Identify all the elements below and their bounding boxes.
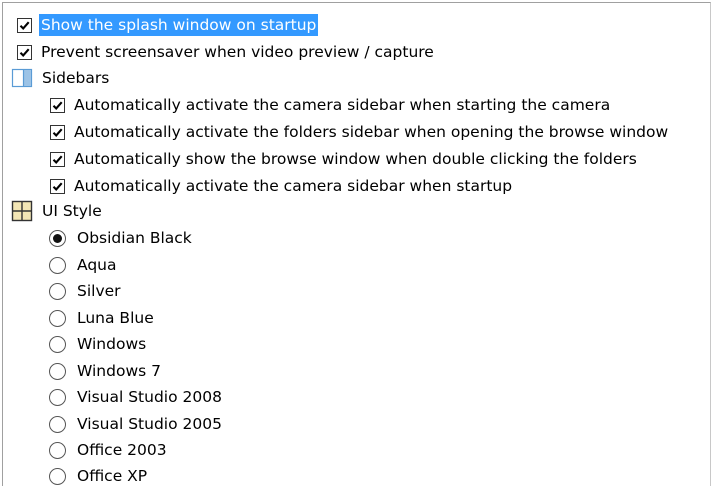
radio-button[interactable] — [49, 309, 66, 327]
radio-label: Luna Blue — [77, 309, 154, 327]
radio-label: Silver — [77, 282, 121, 300]
radio-option-obsidian-black[interactable]: Obsidian Black — [49, 226, 194, 250]
options-tree: Show the splash window on startup Preven… — [2, 2, 711, 486]
radio-label: Windows 7 — [77, 362, 161, 380]
radio-option-visual-studio-2008[interactable]: Visual Studio 2008 — [49, 385, 224, 409]
radio-button[interactable] — [49, 229, 66, 247]
sidebar-panel-icon — [11, 68, 33, 88]
radio-label: Obsidian Black — [77, 229, 192, 247]
radio-selected-dot — [53, 233, 62, 243]
checkbox-browse-on-double-click[interactable] — [50, 151, 65, 167]
radio-option-visual-studio-2005[interactable]: Visual Studio 2005 — [49, 412, 224, 436]
radio-option-windows[interactable]: Windows — [49, 332, 148, 356]
checkbox-prevent-screensaver[interactable] — [17, 44, 32, 60]
option-label: Automatically activate the folders sideb… — [74, 123, 669, 141]
radio-option-windows-7[interactable]: Windows 7 — [49, 359, 163, 383]
checkmark-icon — [52, 128, 63, 137]
checkmark-icon — [52, 155, 63, 164]
grid-layout-icon — [11, 200, 33, 222]
checkbox-camera-sidebar-on-start[interactable] — [50, 97, 65, 113]
option-prevent-screensaver[interactable]: Prevent screensaver when video preview /… — [17, 40, 436, 64]
radio-option-office-xp[interactable]: Office XP — [49, 464, 149, 488]
checkmark-icon — [52, 182, 63, 191]
radio-button[interactable] — [49, 282, 66, 300]
option-show-splash[interactable]: Show the splash window on startup — [17, 13, 319, 37]
group-sidebars[interactable]: Sidebars — [11, 66, 111, 90]
option-label: Show the splash window on startup — [39, 14, 319, 36]
radio-button[interactable] — [49, 415, 66, 433]
radio-label: Windows — [77, 335, 147, 353]
checkmark-icon — [19, 48, 30, 57]
option-label: Prevent screensaver when video preview /… — [41, 43, 434, 61]
group-ui-style[interactable]: UI Style — [11, 199, 104, 223]
option-camera-sidebar-on-startup[interactable]: Automatically activate the camera sideba… — [50, 174, 514, 198]
radio-option-luna-blue[interactable]: Luna Blue — [49, 306, 156, 330]
checkmark-icon — [52, 101, 63, 110]
checkbox-show-splash[interactable] — [17, 17, 32, 33]
radio-label: Office XP — [77, 467, 148, 485]
radio-label: Visual Studio 2008 — [77, 388, 222, 406]
radio-button[interactable] — [49, 362, 66, 380]
option-label: Automatically show the browse window whe… — [74, 150, 637, 168]
checkbox-camera-sidebar-on-startup[interactable] — [50, 178, 65, 194]
group-label: Sidebars — [42, 69, 110, 87]
option-folders-sidebar-on-browse[interactable]: Automatically activate the folders sideb… — [50, 120, 670, 144]
radio-button[interactable] — [49, 388, 66, 406]
option-browse-on-double-click[interactable]: Automatically show the browse window whe… — [50, 147, 639, 171]
group-label: UI Style — [42, 202, 102, 220]
option-label: Automatically activate the camera sideba… — [74, 96, 611, 114]
radio-button[interactable] — [49, 467, 66, 485]
radio-button[interactable] — [49, 335, 66, 353]
option-label: Automatically activate the camera sideba… — [74, 177, 513, 195]
radio-button[interactable] — [49, 256, 66, 274]
radio-label: Office 2003 — [77, 441, 167, 459]
radio-option-office-2003[interactable]: Office 2003 — [49, 438, 169, 462]
radio-label: Visual Studio 2005 — [77, 415, 222, 433]
radio-button[interactable] — [49, 441, 66, 459]
radio-label: Aqua — [77, 256, 117, 274]
option-camera-sidebar-on-start[interactable]: Automatically activate the camera sideba… — [50, 93, 612, 117]
radio-option-aqua[interactable]: Aqua — [49, 253, 119, 277]
checkmark-icon — [19, 21, 30, 30]
checkbox-folders-sidebar-on-browse[interactable] — [50, 124, 65, 140]
radio-option-silver[interactable]: Silver — [49, 279, 123, 303]
